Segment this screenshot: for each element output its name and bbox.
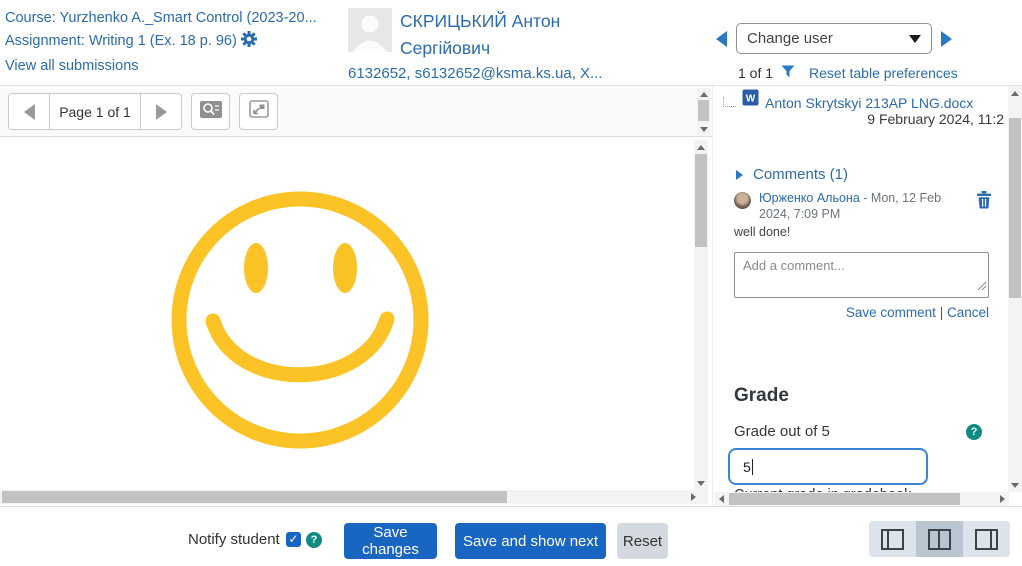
previous-user-arrow[interactable] xyxy=(716,31,727,47)
grade-value: 5 xyxy=(743,459,751,475)
layout-split-pane-button[interactable] xyxy=(916,521,963,557)
search-region-button[interactable] xyxy=(191,93,230,130)
previous-page-button[interactable] xyxy=(9,94,49,129)
grading-panel: W Anton Skrytskyi 213AP LNG.docx 9 Febru… xyxy=(712,86,1022,506)
change-user-select[interactable]: Change user xyxy=(736,23,932,54)
svg-text:W: W xyxy=(746,94,756,105)
header: Course: Yurzhenko A._Smart Control (2023… xyxy=(0,0,1022,86)
course-link[interactable]: Course: Yurzhenko A._Smart Control (2023… xyxy=(5,10,317,26)
previous-page-icon xyxy=(24,104,35,120)
comments-header-link[interactable]: Comments (1) xyxy=(753,166,848,183)
reset-table-preferences-link[interactable]: Reset table preferences xyxy=(809,65,958,81)
user-navigation: Change user 1 of 1 Reset table preferenc… xyxy=(716,23,1016,81)
word-file-icon: W xyxy=(742,89,759,111)
footer-actions: Notify student ✓ ? Save changes Save and… xyxy=(0,506,1022,566)
viewer-toolbar: Page 1 of 1 xyxy=(0,86,712,137)
add-comment-textarea[interactable] xyxy=(735,253,988,297)
action-separator: | xyxy=(940,305,944,320)
document-page xyxy=(0,137,712,490)
assignment-link[interactable]: Assignment: Writing 1 (Ex. 18 p. 96) xyxy=(5,33,237,49)
dropdown-caret-icon xyxy=(909,35,921,43)
toolbar-scrollbar[interactable] xyxy=(697,88,710,135)
comments-section-header[interactable]: Comments (1) xyxy=(736,166,848,183)
comment-text: well done! xyxy=(734,225,790,239)
layout-toggle-group xyxy=(869,521,1010,557)
search-document-icon xyxy=(200,100,222,124)
comment-input-wrapper xyxy=(734,252,989,298)
view-all-submissions-link[interactable]: View all submissions xyxy=(5,58,139,74)
commenter-name-link[interactable]: Юрженко Альона xyxy=(759,191,860,205)
comments-expand-icon xyxy=(736,170,743,180)
next-page-icon xyxy=(156,104,167,120)
layout-split-icon xyxy=(928,529,951,550)
filter-icon[interactable] xyxy=(781,65,795,81)
layout-left-icon xyxy=(881,529,904,550)
smiley-face-drawing xyxy=(160,181,440,466)
notify-help-icon[interactable]: ? xyxy=(306,532,322,548)
settings-gear-icon[interactable] xyxy=(241,35,257,51)
document-horizontal-scrollbar[interactable] xyxy=(0,490,708,504)
student-contact-link[interactable]: 6132652, s6132652@ksma.ks.ua, Х... xyxy=(348,65,603,82)
submission-file-link[interactable]: Anton Skrytskyi 213AP LNG.docx xyxy=(765,95,973,111)
student-name-link[interactable]: СКРИЦЬКИЙ Антон Сергійович xyxy=(400,8,640,62)
save-comment-link[interactable]: Save comment xyxy=(846,305,936,320)
panel-vertical-scrollbar[interactable] xyxy=(1008,86,1022,492)
main-area: Page 1 of 1 xyxy=(0,86,1022,506)
grade-out-of-label: Grade out of 5 xyxy=(734,423,830,440)
submission-date: 9 February 2024, 11:2 xyxy=(867,111,1004,127)
grade-help-icon[interactable]: ? xyxy=(966,424,982,440)
delete-comment-icon[interactable] xyxy=(976,191,992,214)
header-links: Course: Yurzhenko A._Smart Control (2023… xyxy=(5,7,317,78)
user-count-label: 1 of 1 xyxy=(738,65,773,81)
resize-handle[interactable] xyxy=(977,278,987,296)
notify-student-checkbox[interactable]: ✓ xyxy=(286,532,301,547)
student-avatar xyxy=(348,8,392,52)
text-caret xyxy=(752,459,753,475)
grade-heading: Grade xyxy=(734,385,789,407)
save-and-show-next-button[interactable]: Save and show next xyxy=(455,523,606,559)
layout-left-pane-button[interactable] xyxy=(869,521,916,557)
document-vertical-scrollbar[interactable] xyxy=(694,140,708,490)
next-page-button[interactable] xyxy=(141,94,181,129)
assignment-grading-app: Course: Yurzhenko A._Smart Control (2023… xyxy=(0,0,1022,566)
comment-item: Юрженко Альона - Mon, 12 Feb 2024, 7:09 … xyxy=(734,190,1000,222)
comment-actions: Save comment | Cancel xyxy=(734,305,989,320)
layout-right-icon xyxy=(975,529,998,550)
notify-student-label: Notify student xyxy=(188,531,280,548)
cancel-comment-link[interactable]: Cancel xyxy=(947,305,989,320)
grade-input[interactable]: 5 xyxy=(728,448,928,485)
next-user-arrow[interactable] xyxy=(941,31,952,47)
reset-button[interactable]: Reset xyxy=(617,523,668,559)
document-viewer: Page 1 of 1 xyxy=(0,86,712,506)
expand-view-button[interactable] xyxy=(239,93,278,130)
layout-right-pane-button[interactable] xyxy=(963,521,1010,557)
page-indicator: Page 1 of 1 xyxy=(49,94,141,129)
panel-horizontal-scrollbar[interactable] xyxy=(715,492,1009,506)
expand-icon xyxy=(249,100,269,123)
save-changes-button[interactable]: Save changes xyxy=(344,523,437,559)
change-user-label: Change user xyxy=(747,30,833,47)
tree-connector xyxy=(723,97,736,107)
submission-file-row: W Anton Skrytskyi 213AP LNG.docx xyxy=(723,89,973,111)
commenter-avatar xyxy=(734,192,751,209)
